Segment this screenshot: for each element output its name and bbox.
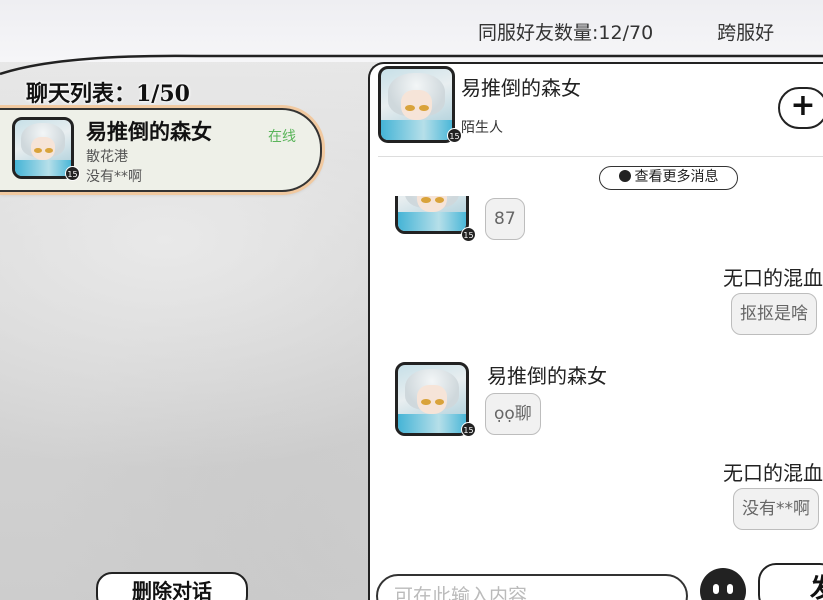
same-server-friends-value: 12/70 xyxy=(598,22,654,44)
conversation-name: 易推倒的森女 xyxy=(461,76,581,100)
message-sender: 易推倒的森女 xyxy=(487,364,607,388)
message-bubble: ọọ聊 xyxy=(485,393,541,435)
message-bubble: 没有**啊 xyxy=(733,488,819,530)
message-bubble: 抠抠是啥 xyxy=(731,293,817,335)
same-server-friends-label: 同服好友数量: xyxy=(478,22,599,44)
send-button[interactable]: 发 xyxy=(758,563,823,600)
message-avatar[interactable] xyxy=(395,196,469,234)
clock-icon xyxy=(618,170,631,182)
view-more-messages-button[interactable]: 查看更多消息 xyxy=(599,166,738,190)
online-status: 在线 xyxy=(268,129,296,145)
level-badge: 15 xyxy=(461,227,476,242)
chat-list-item-name: 易推倒的森女 xyxy=(86,119,212,144)
message-list[interactable]: 15 87 无口的混血 抠抠是啥 15 易推倒的森女 ọọ聊 无口的混血 没有*… xyxy=(378,196,823,570)
level-badge: 15 xyxy=(461,422,476,437)
message-input[interactable]: 可在此输入内容 xyxy=(376,574,688,600)
relation-label: 陌生人 xyxy=(461,120,503,136)
conversation-avatar[interactable] xyxy=(378,66,455,143)
same-server-friends: 同服好友数量:12/70 xyxy=(478,18,653,45)
message-sender: 无口的混血 xyxy=(723,461,823,485)
message-avatar[interactable] xyxy=(395,362,469,436)
chat-list-item-last-message: 没有**啊 xyxy=(86,169,142,185)
cross-server-friends-label: 跨服好 xyxy=(717,22,775,44)
level-badge: 15 xyxy=(447,128,462,143)
chat-list-item-location: 散花港 xyxy=(86,149,128,165)
plus-icon: + xyxy=(790,88,816,123)
chat-list-title: 聊天列表：1/50 xyxy=(26,81,190,107)
view-more-messages-label: 查看更多消息 xyxy=(634,169,719,185)
level-badge: 15 xyxy=(65,166,80,181)
friend-stats: 同服好友数量:12/70 跨服好 xyxy=(478,18,774,45)
add-friend-button[interactable]: + xyxy=(778,87,823,129)
header-divider xyxy=(378,156,823,157)
message-bubble: 87 xyxy=(485,198,525,240)
delete-conversation-button[interactable]: 删除对话 xyxy=(96,572,248,600)
message-sender: 无口的混血 xyxy=(723,266,823,290)
